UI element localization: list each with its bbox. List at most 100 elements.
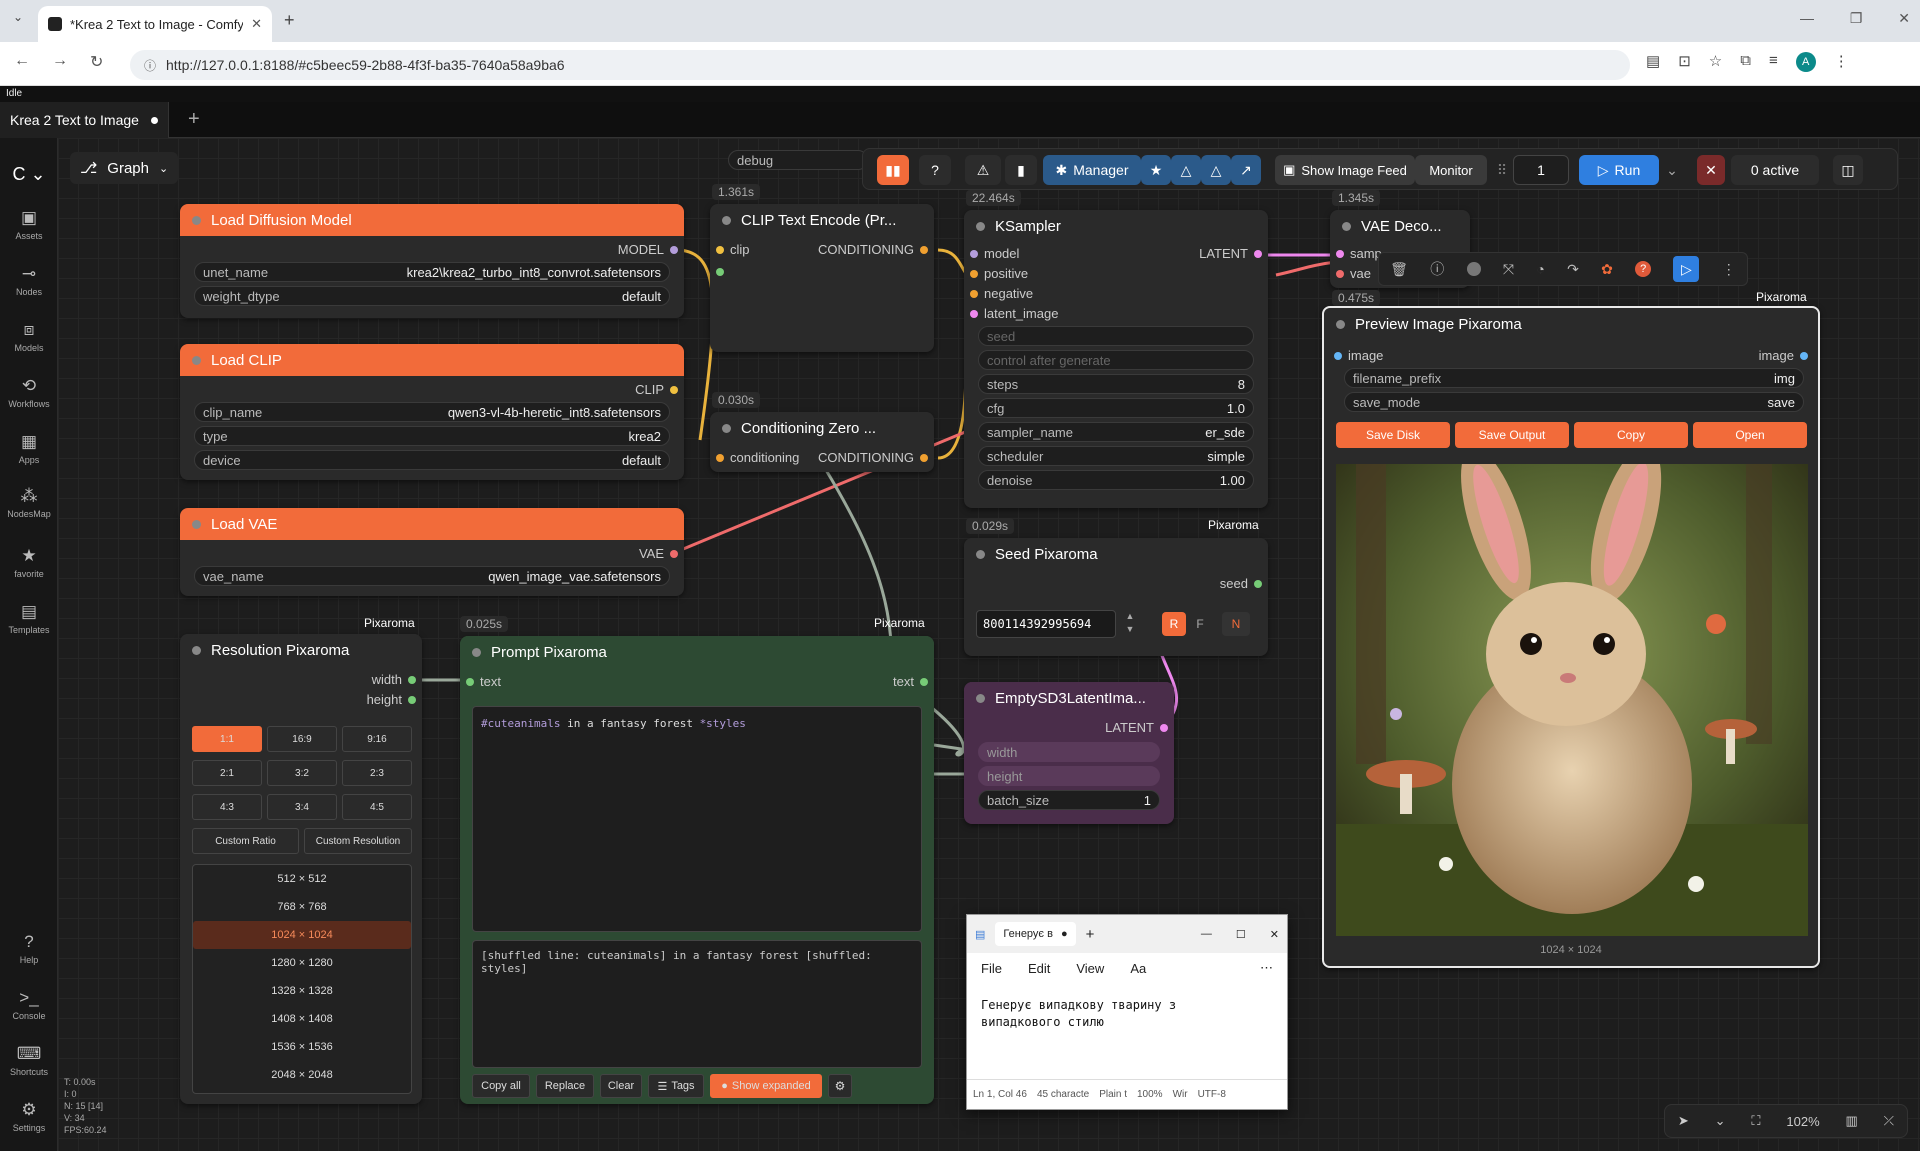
run-options-button[interactable]: ⌄: [1661, 155, 1683, 185]
output-pin[interactable]: [670, 385, 678, 394]
active-queue-button[interactable]: 0 active: [1731, 155, 1819, 185]
collapse-dot-icon[interactable]: [192, 519, 201, 529]
seed-widget[interactable]: seed: [978, 326, 1254, 346]
node-header[interactable]: Preview Image Pixaroma: [1324, 308, 1818, 340]
show-expanded-button[interactable]: ● Show expanded: [710, 1074, 822, 1098]
media-icon[interactable]: ≡: [1769, 52, 1778, 72]
node-header[interactable]: CLIP Text Encode (Pr...: [710, 204, 934, 236]
notepad-editor[interactable]: Генерує випадкову тварину з випадкового …: [967, 983, 1287, 1079]
install-icon[interactable]: ⊡: [1678, 52, 1691, 72]
prompt-textarea[interactable]: #cuteanimals in a fantasy forest *styles: [472, 706, 922, 932]
share-button[interactable]: ↗: [1231, 155, 1261, 185]
pixaroma-a-button[interactable]: △: [1171, 155, 1201, 185]
input-pin[interactable]: [1336, 269, 1344, 278]
filename-prefix-widget[interactable]: filename_prefix img: [1344, 368, 1804, 388]
input-pin[interactable]: [716, 453, 724, 462]
cfg-widget[interactable]: cfg 1.0: [978, 398, 1254, 418]
collapse-dot-icon[interactable]: [722, 423, 731, 433]
image-input[interactable]: image: [1334, 348, 1383, 363]
fixed-button[interactable]: F: [1188, 612, 1212, 636]
size-768[interactable]: 768 × 768: [193, 893, 411, 921]
input-pin[interactable]: [970, 309, 978, 318]
text-input-pin[interactable]: [716, 268, 724, 276]
help-button[interactable]: ?: [919, 155, 951, 185]
unsaved-dot-icon[interactable]: [150, 116, 158, 124]
page-icon[interactable]: ▤: [1646, 52, 1660, 72]
forward-icon[interactable]: →: [52, 52, 68, 72]
sidebar-item-help[interactable]: ? Help: [0, 932, 58, 965]
samples-input[interactable]: samp: [1336, 246, 1382, 261]
minimap-icon[interactable]: ▥: [1845, 1113, 1857, 1129]
output-pin[interactable]: [670, 245, 678, 254]
size-1328[interactable]: 1328 × 1328: [193, 977, 411, 1005]
back-icon[interactable]: ←: [14, 52, 30, 72]
conditioning-input[interactable]: conditioning: [716, 450, 799, 465]
collapse-dot-icon[interactable]: [1336, 319, 1345, 329]
sidebar-item-templates[interactable]: ▤ Templates: [0, 602, 58, 635]
close-window-icon[interactable]: ✕: [1898, 10, 1910, 27]
redo-icon[interactable]: ↷: [1567, 261, 1579, 278]
conditioning-output[interactable]: CONDITIONING: [818, 450, 928, 465]
sidebar-item-models[interactable]: ⧈ Models: [0, 320, 58, 353]
model-input[interactable]: model: [970, 246, 1019, 261]
input-pin[interactable]: [970, 249, 978, 258]
run-selected-icon[interactable]: ▷: [1673, 256, 1700, 282]
graph-breadcrumb[interactable]: ⎇ Graph ⌄: [70, 152, 179, 184]
latent-output[interactable]: LATENT: [1105, 720, 1168, 735]
input-pin[interactable]: [716, 245, 724, 254]
resolution-node[interactable]: Resolution Pixaroma width height 1:1 16:…: [180, 634, 422, 1104]
sidebar-item-apps[interactable]: ▦ Apps: [0, 432, 58, 465]
vae-input[interactable]: vae: [1336, 266, 1371, 281]
run-button[interactable]: ▷ Run: [1579, 155, 1659, 185]
conditioning-zero-node[interactable]: Conditioning Zero ... conditioning CONDI…: [710, 412, 934, 472]
clear-button[interactable]: Clear: [600, 1074, 642, 1098]
new-tab-icon[interactable]: +: [284, 10, 295, 31]
add-workflow-icon[interactable]: +: [188, 108, 200, 131]
latent-input[interactable]: latent_image: [970, 306, 1058, 321]
show-image-feed-button[interactable]: ▣ Show Image Feed: [1275, 155, 1415, 185]
custom-ratio-button[interactable]: Custom Ratio: [192, 828, 299, 854]
bypass-icon[interactable]: ◔: [1536, 261, 1544, 277]
seed-stepper[interactable]: ▲ ▼: [1122, 610, 1138, 638]
height-output[interactable]: height: [367, 692, 416, 707]
sidebar-item-nodesmap[interactable]: ⁂ NodesMap: [0, 486, 58, 519]
text-input[interactable]: text: [466, 674, 501, 689]
url-bar[interactable]: ⓘ http://127.0.0.1:8188/#c5beec59-2b88-4…: [130, 50, 1630, 80]
negative-input[interactable]: negative: [970, 286, 1033, 301]
sidebar-item-shortcuts[interactable]: ⌨ Shortcuts: [0, 1044, 58, 1077]
monitor-button[interactable]: Monitor: [1415, 155, 1487, 185]
pixaroma-b-button[interactable]: △: [1201, 155, 1231, 185]
input-pin[interactable]: [970, 269, 978, 278]
replace-button[interactable]: Replace: [536, 1074, 594, 1098]
fit-view-icon[interactable]: ⛶: [1751, 1113, 1760, 1129]
ratio-2-1[interactable]: 2:1: [192, 760, 262, 786]
denoise-widget[interactable]: denoise 1.00: [978, 470, 1254, 490]
size-1536[interactable]: 1536 × 1536: [193, 1033, 411, 1061]
output-pin[interactable]: [1160, 723, 1168, 732]
tab-search-icon[interactable]: ⌄: [8, 10, 28, 30]
sidebar-item-workflows[interactable]: ⟲ Workflows: [0, 376, 58, 409]
collapse-dot-icon[interactable]: [192, 215, 201, 225]
tags-button[interactable]: ☰ Tags: [648, 1074, 704, 1098]
ratio-1-1[interactable]: 1:1: [192, 726, 262, 752]
node-header[interactable]: Load VAE: [180, 508, 684, 540]
conditioning-output[interactable]: CONDITIONING: [818, 242, 928, 257]
width-output[interactable]: width: [372, 672, 416, 687]
ratio-4-5[interactable]: 4:5: [342, 794, 412, 820]
more-icon[interactable]: ⋮: [1722, 261, 1736, 278]
drag-handle-icon[interactable]: ⠿: [1495, 155, 1509, 185]
extensions-icon[interactable]: ⧉: [1740, 52, 1751, 72]
help-badge-icon[interactable]: ?: [1635, 261, 1652, 277]
custom-resolution-button[interactable]: Custom Resolution: [304, 828, 412, 854]
queue-count-input[interactable]: 1: [1513, 155, 1569, 185]
minimize-icon[interactable]: —: [1800, 10, 1814, 27]
stats-button[interactable]: ▮▮: [877, 155, 909, 185]
ratio-3-2[interactable]: 3:2: [267, 760, 337, 786]
device-widget[interactable]: device default: [194, 450, 670, 470]
collapse-dot-icon[interactable]: [976, 693, 985, 703]
ratio-3-4[interactable]: 3:4: [267, 794, 337, 820]
input-pin[interactable]: [970, 289, 978, 298]
output-pin[interactable]: [920, 677, 928, 686]
node-header[interactable]: Resolution Pixaroma: [180, 634, 422, 666]
comfy-logo-icon[interactable]: C ⌄: [0, 164, 58, 185]
